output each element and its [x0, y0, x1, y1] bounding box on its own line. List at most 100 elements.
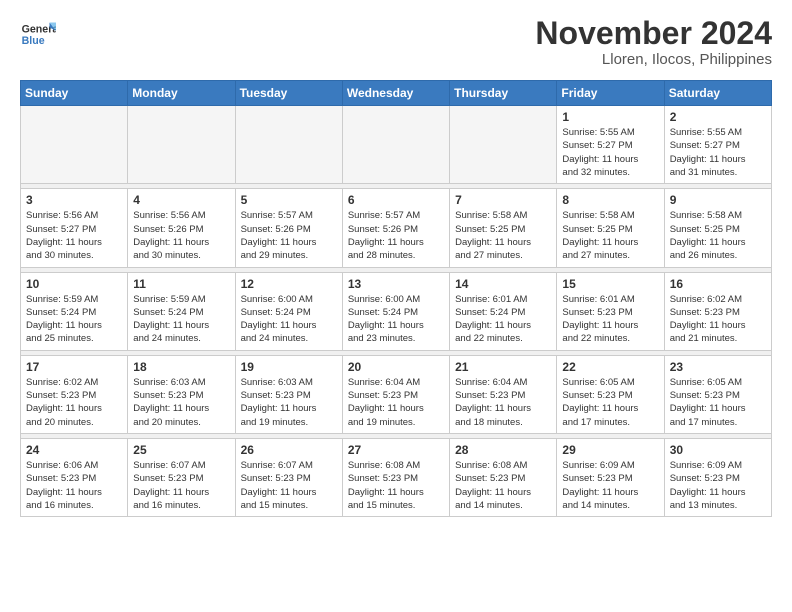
- calendar-cell: 17 Sunrise: 6:02 AMSunset: 5:23 PMDayligh…: [21, 355, 128, 433]
- day-info: Sunrise: 6:02 AMSunset: 5:23 PMDaylight:…: [26, 376, 122, 429]
- calendar-cell: 6 Sunrise: 5:57 AMSunset: 5:26 PMDaylight…: [342, 189, 449, 267]
- calendar-header-friday: Friday: [557, 81, 664, 106]
- day-info: Sunrise: 5:58 AMSunset: 5:25 PMDaylight:…: [562, 209, 658, 262]
- day-info: Sunrise: 6:08 AMSunset: 5:23 PMDaylight:…: [455, 459, 551, 512]
- calendar-header-sunday: Sunday: [21, 81, 128, 106]
- calendar-cell: 22 Sunrise: 6:05 AMSunset: 5:23 PMDayligh…: [557, 355, 664, 433]
- calendar-header-saturday: Saturday: [664, 81, 771, 106]
- day-number: 2: [670, 110, 766, 124]
- calendar-table: SundayMondayTuesdayWednesdayThursdayFrid…: [20, 80, 772, 517]
- day-info: Sunrise: 6:08 AMSunset: 5:23 PMDaylight:…: [348, 459, 444, 512]
- day-number: 17: [26, 360, 122, 374]
- svg-text:Blue: Blue: [22, 35, 45, 47]
- calendar-cell: 24Sunrise: 6:06 AMSunset: 5:23 PMDayligh…: [21, 438, 128, 516]
- calendar-cell: 5 Sunrise: 5:57 AMSunset: 5:26 PMDaylight…: [235, 189, 342, 267]
- title-block: November 2024 Lloren, Ilocos, Philippine…: [535, 16, 772, 68]
- calendar-cell: 15 Sunrise: 6:01 AMSunset: 5:23 PMDayligh…: [557, 272, 664, 350]
- day-info: Sunrise: 6:03 AMSunset: 5:23 PMDaylight:…: [133, 376, 229, 429]
- day-number: 23: [670, 360, 766, 374]
- day-info: Sunrise: 6:02 AMSunset: 5:23 PMDaylight:…: [670, 293, 766, 346]
- calendar-cell: 7Sunrise: 5:58 AMSunset: 5:25 PMDaylight…: [450, 189, 557, 267]
- calendar-cell: 23 Sunrise: 6:05 AMSunset: 5:23 PMDayligh…: [664, 355, 771, 433]
- month-title: November 2024: [535, 16, 772, 51]
- day-info: Sunrise: 5:59 AMSunset: 5:24 PMDaylight:…: [133, 293, 229, 346]
- calendar-cell: 10 Sunrise: 5:59 AMSunset: 5:24 PMDayligh…: [21, 272, 128, 350]
- calendar-week-4: 17 Sunrise: 6:02 AMSunset: 5:23 PMDayligh…: [21, 355, 772, 433]
- calendar-cell: 19 Sunrise: 6:03 AMSunset: 5:23 PMDayligh…: [235, 355, 342, 433]
- calendar-cell: 13 Sunrise: 6:00 AMSunset: 5:24 PMDayligh…: [342, 272, 449, 350]
- day-info: Sunrise: 6:04 AMSunset: 5:23 PMDaylight:…: [348, 376, 444, 429]
- calendar-cell: [342, 106, 449, 184]
- calendar-header-tuesday: Tuesday: [235, 81, 342, 106]
- calendar-cell: 8 Sunrise: 5:58 AMSunset: 5:25 PMDaylight…: [557, 189, 664, 267]
- day-info: Sunrise: 5:57 AMSunset: 5:26 PMDaylight:…: [241, 209, 337, 262]
- day-number: 11: [133, 277, 229, 291]
- day-number: 5: [241, 193, 337, 207]
- calendar-header-wednesday: Wednesday: [342, 81, 449, 106]
- day-number: 19: [241, 360, 337, 374]
- calendar-cell: [235, 106, 342, 184]
- day-info: Sunrise: 6:06 AMSunset: 5:23 PMDaylight:…: [26, 459, 122, 512]
- day-number: 27: [348, 443, 444, 457]
- calendar-week-5: 24Sunrise: 6:06 AMSunset: 5:23 PMDayligh…: [21, 438, 772, 516]
- calendar-week-3: 10 Sunrise: 5:59 AMSunset: 5:24 PMDayligh…: [21, 272, 772, 350]
- calendar-cell: 18Sunrise: 6:03 AMSunset: 5:23 PMDayligh…: [128, 355, 235, 433]
- day-info: Sunrise: 6:01 AMSunset: 5:23 PMDaylight:…: [562, 293, 658, 346]
- day-info: Sunrise: 5:59 AMSunset: 5:24 PMDaylight:…: [26, 293, 122, 346]
- day-number: 15: [562, 277, 658, 291]
- calendar-cell: 9Sunrise: 5:58 AMSunset: 5:25 PMDaylight…: [664, 189, 771, 267]
- day-info: Sunrise: 6:09 AMSunset: 5:23 PMDaylight:…: [562, 459, 658, 512]
- day-number: 28: [455, 443, 551, 457]
- calendar-cell: 21Sunrise: 6:04 AMSunset: 5:23 PMDayligh…: [450, 355, 557, 433]
- day-number: 14: [455, 277, 551, 291]
- calendar-cell: 2 Sunrise: 5:55 AMSunset: 5:27 PMDaylight…: [664, 106, 771, 184]
- day-number: 8: [562, 193, 658, 207]
- calendar-cell: 20 Sunrise: 6:04 AMSunset: 5:23 PMDayligh…: [342, 355, 449, 433]
- day-info: Sunrise: 5:58 AMSunset: 5:25 PMDaylight:…: [455, 209, 551, 262]
- logo: General Blue: [20, 16, 56, 52]
- calendar-cell: 12Sunrise: 6:00 AMSunset: 5:24 PMDayligh…: [235, 272, 342, 350]
- day-info: Sunrise: 6:03 AMSunset: 5:23 PMDaylight:…: [241, 376, 337, 429]
- calendar-cell: 27 Sunrise: 6:08 AMSunset: 5:23 PMDayligh…: [342, 438, 449, 516]
- calendar-cell: [450, 106, 557, 184]
- calendar-cell: 3Sunrise: 5:56 AMSunset: 5:27 PMDaylight…: [21, 189, 128, 267]
- day-number: 1: [562, 110, 658, 124]
- calendar-header-monday: Monday: [128, 81, 235, 106]
- day-number: 9: [670, 193, 766, 207]
- logo-icon: General Blue: [20, 16, 56, 52]
- day-number: 10: [26, 277, 122, 291]
- day-number: 22: [562, 360, 658, 374]
- day-number: 30: [670, 443, 766, 457]
- calendar-cell: [128, 106, 235, 184]
- day-number: 20: [348, 360, 444, 374]
- day-info: Sunrise: 5:55 AMSunset: 5:27 PMDaylight:…: [562, 126, 658, 179]
- calendar-cell: 26 Sunrise: 6:07 AMSunset: 5:23 PMDayligh…: [235, 438, 342, 516]
- day-number: 13: [348, 277, 444, 291]
- calendar-cell: 4 Sunrise: 5:56 AMSunset: 5:26 PMDaylight…: [128, 189, 235, 267]
- day-number: 26: [241, 443, 337, 457]
- calendar-cell: 29 Sunrise: 6:09 AMSunset: 5:23 PMDayligh…: [557, 438, 664, 516]
- calendar-cell: 25 Sunrise: 6:07 AMSunset: 5:23 PMDayligh…: [128, 438, 235, 516]
- day-number: 6: [348, 193, 444, 207]
- day-number: 29: [562, 443, 658, 457]
- day-info: Sunrise: 5:55 AMSunset: 5:27 PMDaylight:…: [670, 126, 766, 179]
- location: Lloren, Ilocos, Philippines: [535, 51, 772, 68]
- day-info: Sunrise: 5:57 AMSunset: 5:26 PMDaylight:…: [348, 209, 444, 262]
- page: General Blue November 2024 Lloren, Iloco…: [0, 0, 792, 533]
- calendar-cell: 11 Sunrise: 5:59 AMSunset: 5:24 PMDayligh…: [128, 272, 235, 350]
- day-info: Sunrise: 6:04 AMSunset: 5:23 PMDaylight:…: [455, 376, 551, 429]
- day-info: Sunrise: 5:56 AMSunset: 5:26 PMDaylight:…: [133, 209, 229, 262]
- day-info: Sunrise: 6:05 AMSunset: 5:23 PMDaylight:…: [562, 376, 658, 429]
- day-info: Sunrise: 6:07 AMSunset: 5:23 PMDaylight:…: [133, 459, 229, 512]
- calendar-cell: 1 Sunrise: 5:55 AMSunset: 5:27 PMDaylight…: [557, 106, 664, 184]
- day-number: 4: [133, 193, 229, 207]
- day-info: Sunrise: 6:01 AMSunset: 5:24 PMDaylight:…: [455, 293, 551, 346]
- calendar-cell: [21, 106, 128, 184]
- day-info: Sunrise: 6:00 AMSunset: 5:24 PMDaylight:…: [348, 293, 444, 346]
- day-info: Sunrise: 6:09 AMSunset: 5:23 PMDaylight:…: [670, 459, 766, 512]
- calendar-cell: 30 Sunrise: 6:09 AMSunset: 5:23 PMDayligh…: [664, 438, 771, 516]
- day-info: Sunrise: 6:05 AMSunset: 5:23 PMDaylight:…: [670, 376, 766, 429]
- day-info: Sunrise: 6:07 AMSunset: 5:23 PMDaylight:…: [241, 459, 337, 512]
- header: General Blue November 2024 Lloren, Iloco…: [20, 16, 772, 68]
- day-number: 25: [133, 443, 229, 457]
